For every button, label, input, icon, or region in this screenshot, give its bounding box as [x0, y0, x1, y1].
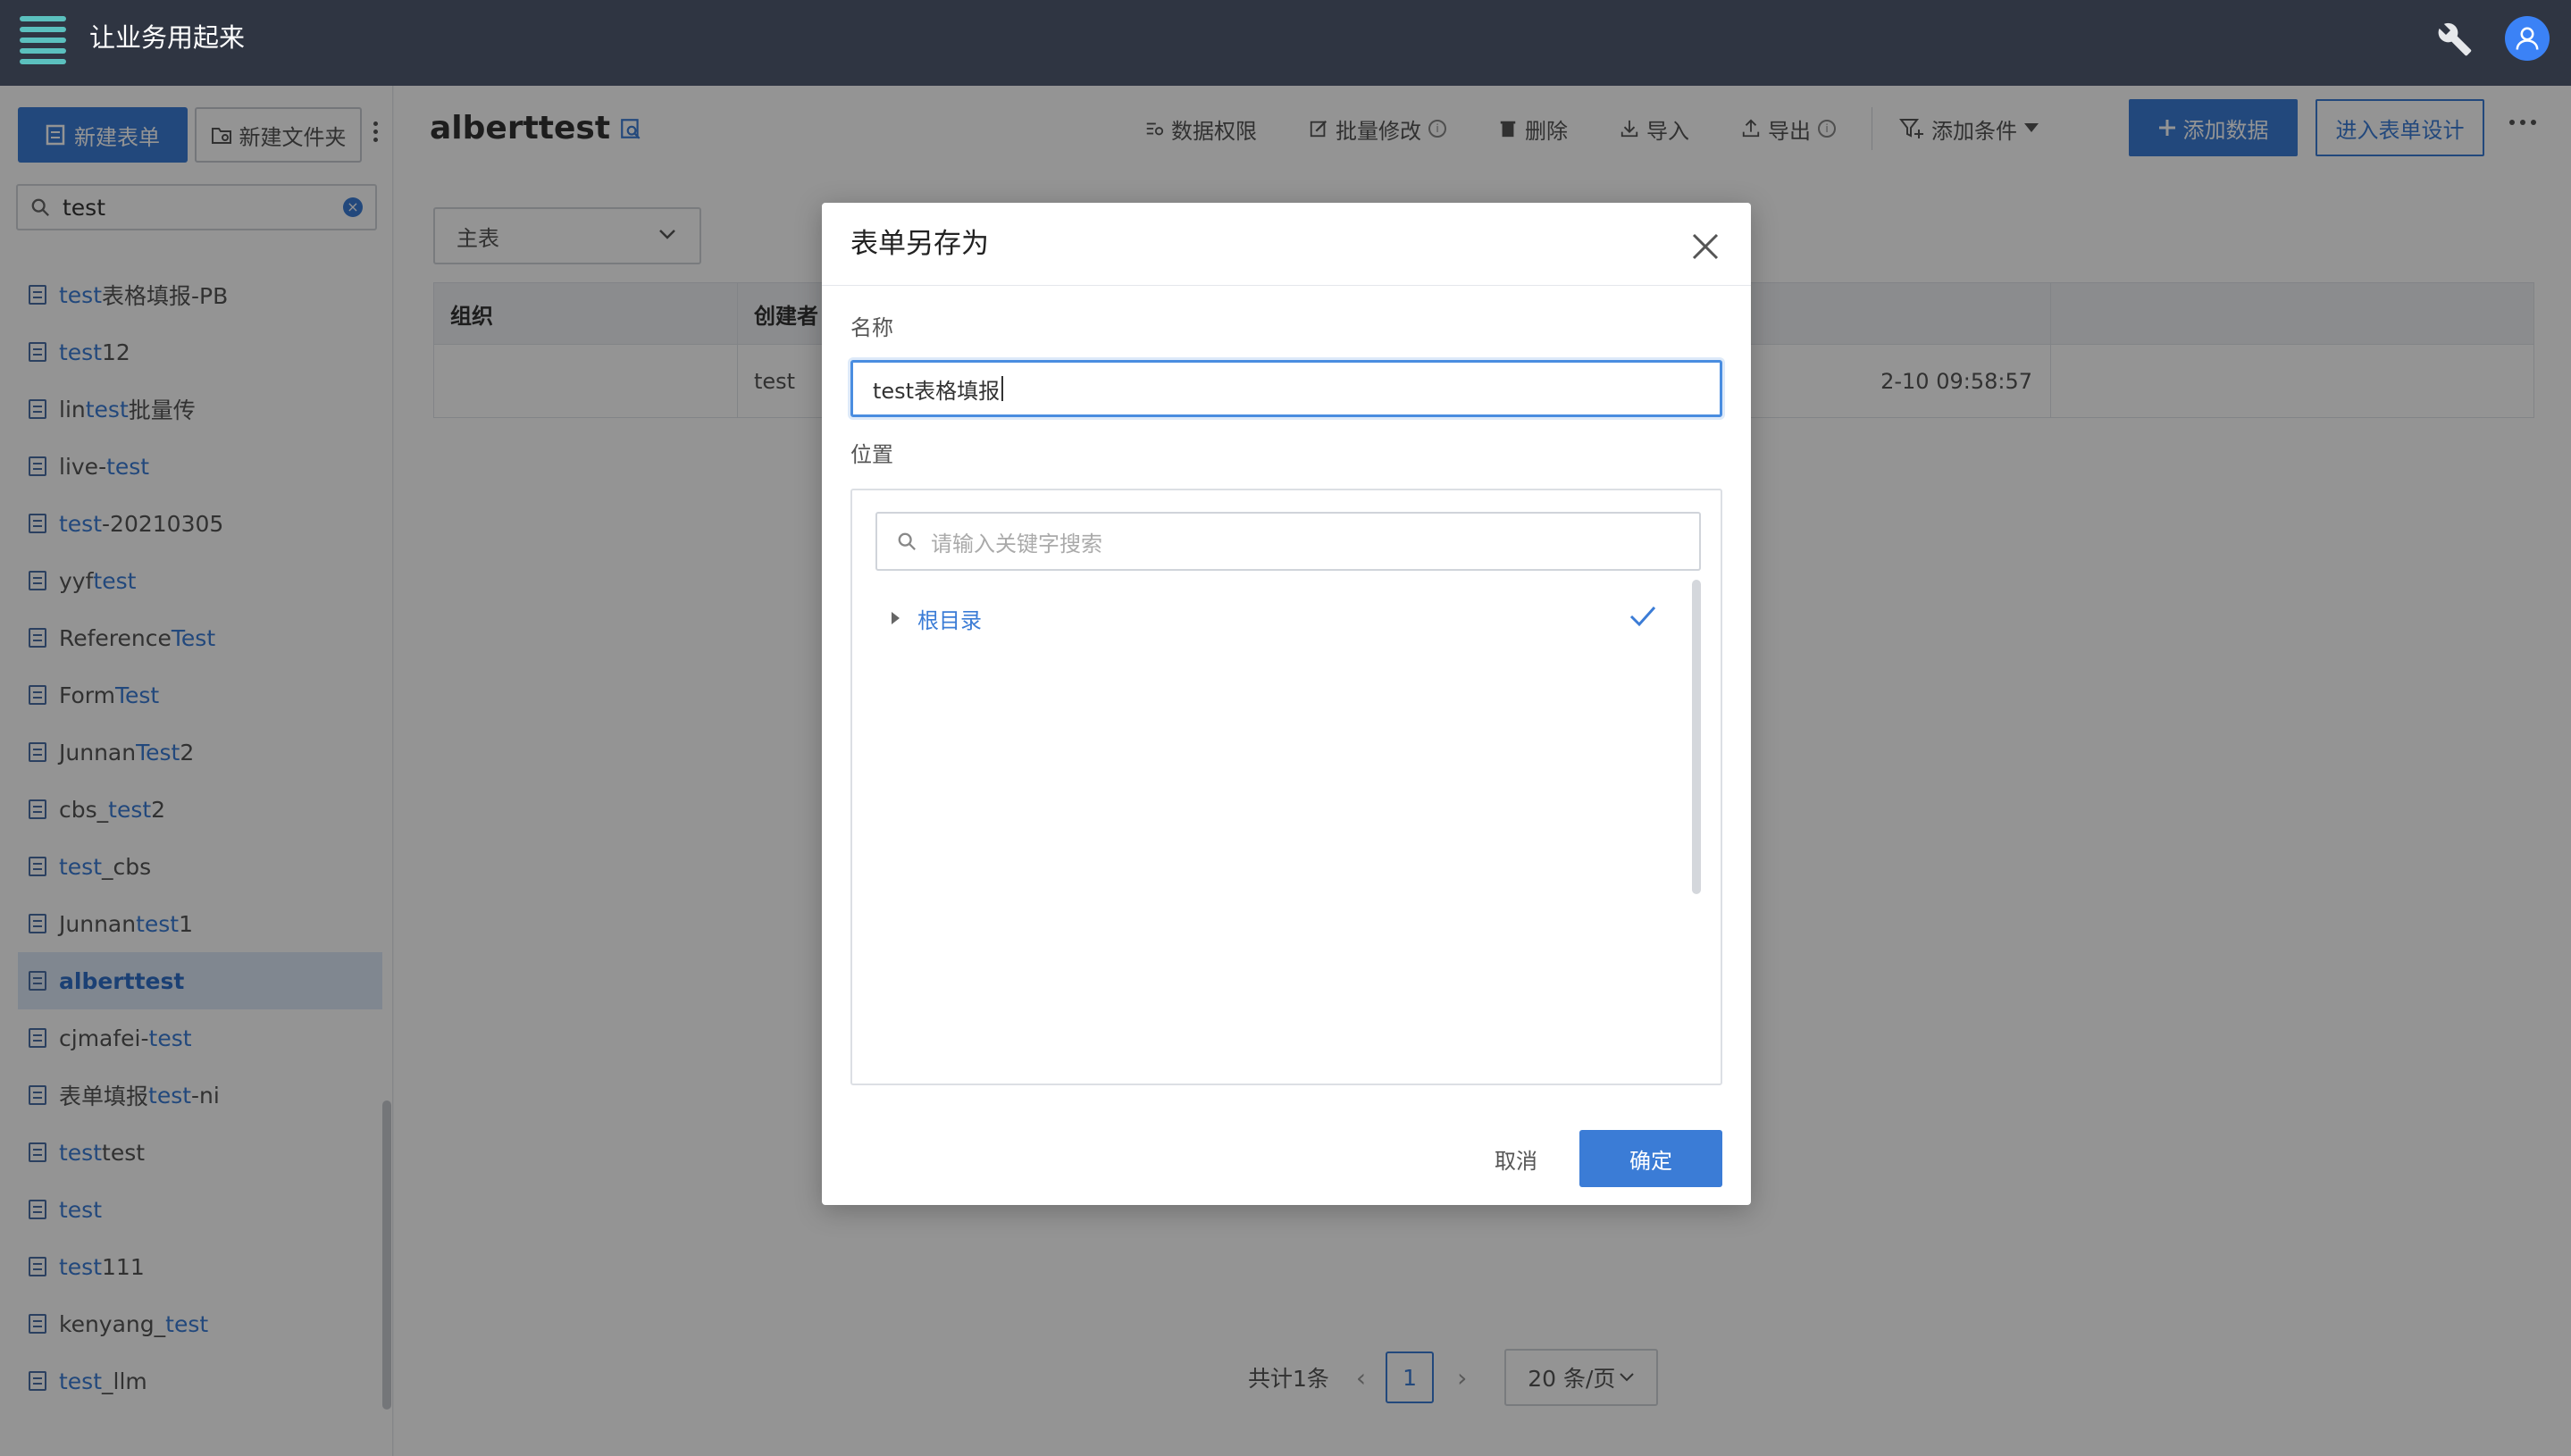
location-search-placeholder: 请输入关键字搜索 — [931, 531, 1102, 556]
name-label: 名称 — [850, 315, 893, 340]
location-picker: 请输入关键字搜索 根目录 — [850, 489, 1722, 1085]
wrench-icon[interactable] — [2437, 21, 2473, 57]
name-input[interactable]: test表格填报 — [850, 360, 1722, 417]
location-search-input[interactable]: 请输入关键字搜索 — [875, 512, 1701, 571]
tree-node-root[interactable]: 根目录 — [892, 596, 1660, 640]
save-as-dialog: 表单另存为 名称 test表格填报 位置 请输入关键字搜索 根目录 取消 确定 — [822, 203, 1751, 1205]
tree-node-label: 根目录 — [917, 607, 982, 633]
dialog-divider — [822, 285, 1751, 286]
app-title: 让业务用起来 — [89, 22, 246, 53]
confirm-button[interactable]: 确定 — [1579, 1130, 1722, 1187]
check-icon — [1629, 606, 1656, 627]
cancel-button[interactable]: 取消 — [1449, 1130, 1583, 1187]
dialog-title: 表单另存为 — [850, 228, 989, 260]
text-cursor — [1001, 376, 1004, 401]
location-scrollbar[interactable] — [1692, 580, 1701, 894]
app-logo-icon[interactable] — [20, 16, 66, 64]
caret-right-icon[interactable] — [892, 612, 900, 624]
search-icon — [898, 532, 916, 550]
user-avatar-icon[interactable] — [2505, 16, 2550, 61]
close-icon[interactable] — [1685, 226, 1726, 267]
top-bar: 让业务用起来 — [0, 0, 2571, 86]
name-input-value: test表格填报 — [873, 378, 1001, 404]
location-label: 位置 — [850, 442, 893, 467]
